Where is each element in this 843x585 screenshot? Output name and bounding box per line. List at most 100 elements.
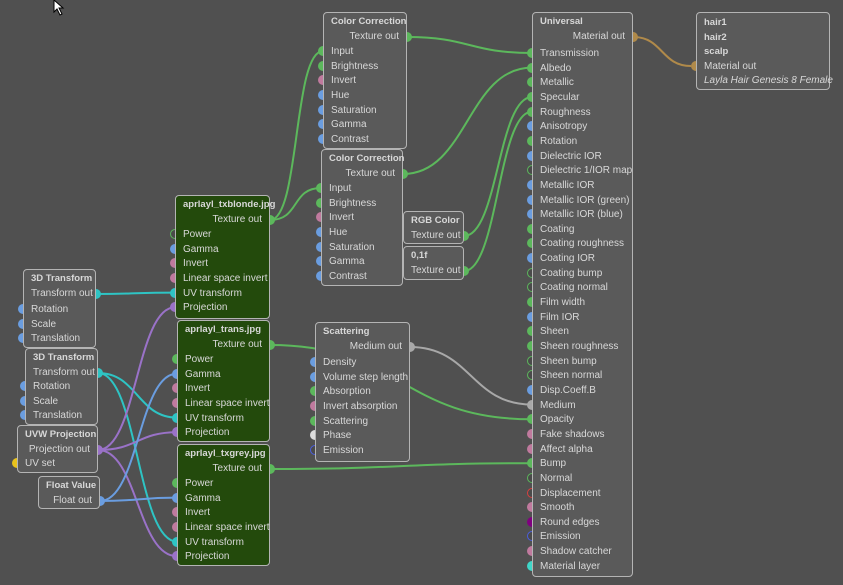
- input-label: Dielectric 1/IOR map: [540, 165, 633, 177]
- fval-node[interactable]: Float Value Float out: [38, 476, 100, 509]
- output-line-hair1: hair1: [704, 17, 727, 28]
- input-label: Sheen normal: [540, 370, 603, 382]
- output-label: Material out: [572, 31, 625, 42]
- wire[interactable]: [97, 449, 178, 558]
- input-label: Opacity: [540, 414, 574, 426]
- output-line-scalp: scalp: [704, 46, 729, 57]
- input-label: Invert: [329, 212, 355, 224]
- input-label: Sheen bump: [540, 355, 597, 367]
- output-input-label: Material out: [704, 61, 757, 72]
- wire[interactable]: [463, 110, 533, 272]
- input-label: Medium: [540, 399, 576, 411]
- input-label: Shadow catcher: [540, 546, 612, 558]
- wire[interactable]: [97, 372, 178, 543]
- t3d2-node[interactable]: 3D Transform Transform out Rotation Scale Tr…: [25, 348, 98, 425]
- input-label: Coating roughness: [540, 238, 624, 250]
- input-label: Projection: [183, 302, 228, 314]
- input-label: Normal: [540, 472, 573, 484]
- output-label: Texture out: [411, 230, 461, 241]
- input-label: Scale: [31, 318, 57, 330]
- wire[interactable]: [269, 50, 324, 221]
- t3d1-node[interactable]: 3D Transform Transform out Rotation Scale Tr…: [23, 269, 96, 348]
- node-title: aprlayl_txblonde.jpg: [183, 199, 276, 210]
- input-label: Density: [323, 357, 357, 368]
- wire[interactable]: [269, 462, 533, 470]
- input-label: Gamma: [331, 119, 367, 131]
- input-label: Roughness: [540, 106, 591, 118]
- node-title: Color Correction: [329, 153, 405, 164]
- tex2-node[interactable]: aprlayl_trans.jpg Texture out Power Gamma In…: [177, 320, 270, 442]
- output-label: Texture out: [212, 463, 262, 474]
- input-label: Displacement: [540, 487, 601, 499]
- input-label: Gamma: [185, 368, 221, 380]
- input-label: Translation: [31, 333, 81, 345]
- univ-node[interactable]: Universal Material out Transmission Albedo M…: [532, 12, 633, 577]
- output-label: Medium out: [349, 341, 402, 352]
- input-label: Coating: [540, 223, 575, 235]
- cc2-node[interactable]: Color Correction Texture out Input Brightne…: [321, 149, 405, 286]
- tex1-node[interactable]: aprlayl_txblonde.jpg Texture out Power Gamm…: [175, 195, 276, 319]
- wire[interactable]: [402, 66, 533, 175]
- input-label: Invert: [331, 75, 357, 87]
- input-label: Rotation: [33, 381, 71, 392]
- input-label: Fake shadows: [540, 428, 605, 440]
- output-label: Float out: [53, 495, 92, 506]
- input-label: Input: [329, 183, 352, 194]
- wire[interactable]: [95, 291, 176, 295]
- input-label: Linear space invert: [183, 272, 268, 284]
- node-title: aprlayl_txgrey.jpg: [185, 448, 266, 459]
- input-label: Power: [183, 229, 212, 240]
- input-label: Linear space invert: [185, 521, 270, 533]
- node-title: 0,1f: [411, 250, 428, 261]
- wire[interactable]: [406, 36, 533, 54]
- input-label: Bump: [540, 458, 567, 470]
- input-label: Emission: [323, 444, 364, 456]
- material-output-node[interactable]: hair1 hair2 scalp Material out Layla Hai…: [696, 12, 833, 90]
- input-label: Invert: [183, 258, 209, 270]
- uvw-node[interactable]: UVW Projection Projection out UV set: [17, 425, 98, 473]
- input-label: Gamma: [329, 256, 365, 268]
- input-label: Affect alpha: [540, 443, 593, 455]
- input-label: Phase: [323, 430, 352, 442]
- input-label: Albedo: [540, 62, 572, 74]
- scat-node[interactable]: Scattering Medium out Density Volume step l…: [315, 322, 410, 462]
- input-label: Linear space invert: [185, 397, 270, 409]
- input-label: Hue: [329, 226, 348, 238]
- input-label: Sheen: [540, 326, 569, 338]
- rgb-node[interactable]: RGB Color Texture out: [403, 211, 464, 244]
- node-title: 3D Transform: [31, 273, 93, 284]
- input-label: Gamma: [185, 492, 221, 504]
- node-title: aprlayl_trans.jpg: [185, 324, 262, 335]
- tex3-node[interactable]: aprlayl_txgrey.jpg Texture out Power Gamma I…: [177, 444, 270, 566]
- input-label: Anisotropy: [540, 121, 588, 133]
- input-label: Coating IOR: [540, 253, 596, 265]
- input-label: UV transform: [185, 412, 244, 424]
- input-label: Rotation: [31, 304, 69, 315]
- output-node-name: Layla Hair Genesis 8 Female: [704, 75, 833, 86]
- output-line-hair2: hair2: [704, 32, 727, 43]
- input-label: Emission: [540, 531, 581, 543]
- input-label: Metallic: [540, 77, 574, 89]
- input-label: Brightness: [331, 60, 379, 72]
- input-label: Round edges: [540, 516, 600, 528]
- wire[interactable]: [99, 496, 178, 502]
- input-label: Invert: [185, 383, 211, 395]
- input-label: Film IOR: [540, 311, 580, 323]
- input-label: Scale: [33, 395, 59, 407]
- input-label: UV transform: [183, 287, 242, 299]
- input-label: Invert: [185, 507, 211, 519]
- wire[interactable]: [99, 372, 178, 502]
- input-label: Disp.Coeff.B: [540, 384, 596, 396]
- input-label: UV set: [25, 458, 56, 469]
- input-label: Invert absorption: [323, 400, 398, 412]
- f01-node[interactable]: 0,1f Texture out: [403, 246, 464, 280]
- input-label: Metallic IOR (green): [540, 194, 630, 206]
- wire[interactable]: [632, 36, 692, 67]
- input-label: Dielectric IOR: [540, 150, 602, 162]
- output-label: Texture out: [411, 265, 461, 276]
- input-label: Material layer: [540, 560, 601, 572]
- node-title: Scattering: [323, 326, 370, 337]
- input-label: Projection: [185, 551, 230, 563]
- input-label: Transmission: [540, 48, 600, 59]
- cc1-node[interactable]: Color Correction Texture out Input Brightne…: [323, 12, 407, 149]
